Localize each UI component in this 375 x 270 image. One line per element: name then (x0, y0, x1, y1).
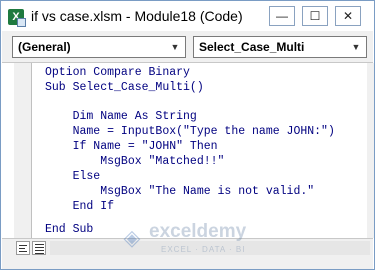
code-line[interactable]: MsgBox "The Name is not valid." (45, 184, 314, 199)
code-line[interactable]: Option Compare Binary (45, 65, 190, 80)
excel-icon: X (8, 9, 26, 27)
vertical-scrollbar[interactable] (367, 63, 374, 238)
exceldemy-logo-icon: ◈ (123, 225, 141, 250)
maximize-button[interactable]: ☐ (302, 6, 328, 26)
chevron-down-icon[interactable]: ▼ (347, 38, 365, 56)
chevron-down-icon[interactable]: ▼ (166, 38, 184, 56)
window-title: if vs case.xlsm - Module18 (Code) (31, 8, 243, 24)
code-line[interactable]: Sub Select_Case_Multi() (45, 80, 204, 95)
vbe-code-window: X if vs case.xlsm - Module18 (Code) — ☐ … (0, 0, 375, 270)
code-line[interactable]: MsgBox "Matched!!" (45, 154, 224, 169)
watermark-tagline: EXCEL · DATA · BI (161, 245, 246, 254)
full-module-view-icon[interactable] (32, 241, 46, 255)
minimize-button[interactable]: — (269, 6, 295, 26)
object-dropdown[interactable]: (General) ▼ (12, 36, 186, 58)
code-line[interactable]: Dim Name As String (45, 109, 197, 124)
margin-indicator-bar[interactable] (14, 63, 32, 238)
code-area[interactable]: Option Compare Binary Sub Select_Case_Mu… (32, 63, 368, 238)
watermark: ◈ exceldemy EXCEL · DATA · BI (119, 219, 289, 259)
procedure-dropdown[interactable]: Select_Case_Multi ▼ (193, 36, 367, 58)
code-line[interactable]: If Name = "JOHN" Then (45, 139, 218, 154)
code-line[interactable]: End If (45, 199, 114, 214)
procedure-view-icon[interactable] (16, 241, 30, 255)
watermark-name: exceldemy (149, 221, 247, 242)
title-bar[interactable]: X if vs case.xlsm - Module18 (Code) — ☐ … (1, 1, 374, 31)
code-line[interactable]: End Sub (45, 222, 93, 237)
code-line[interactable]: Name = InputBox("Type the name JOHN:") (45, 124, 335, 139)
code-line[interactable]: Else (45, 169, 101, 184)
object-dropdown-value: (General) (18, 40, 71, 54)
code-editor[interactable]: Option Compare Binary Sub Select_Case_Mu… (2, 63, 374, 238)
close-button[interactable]: ✕ (335, 6, 361, 26)
procedure-dropdown-value: Select_Case_Multi (199, 40, 305, 54)
code-toolbar: (General) ▼ Select_Case_Multi ▼ (2, 31, 373, 63)
